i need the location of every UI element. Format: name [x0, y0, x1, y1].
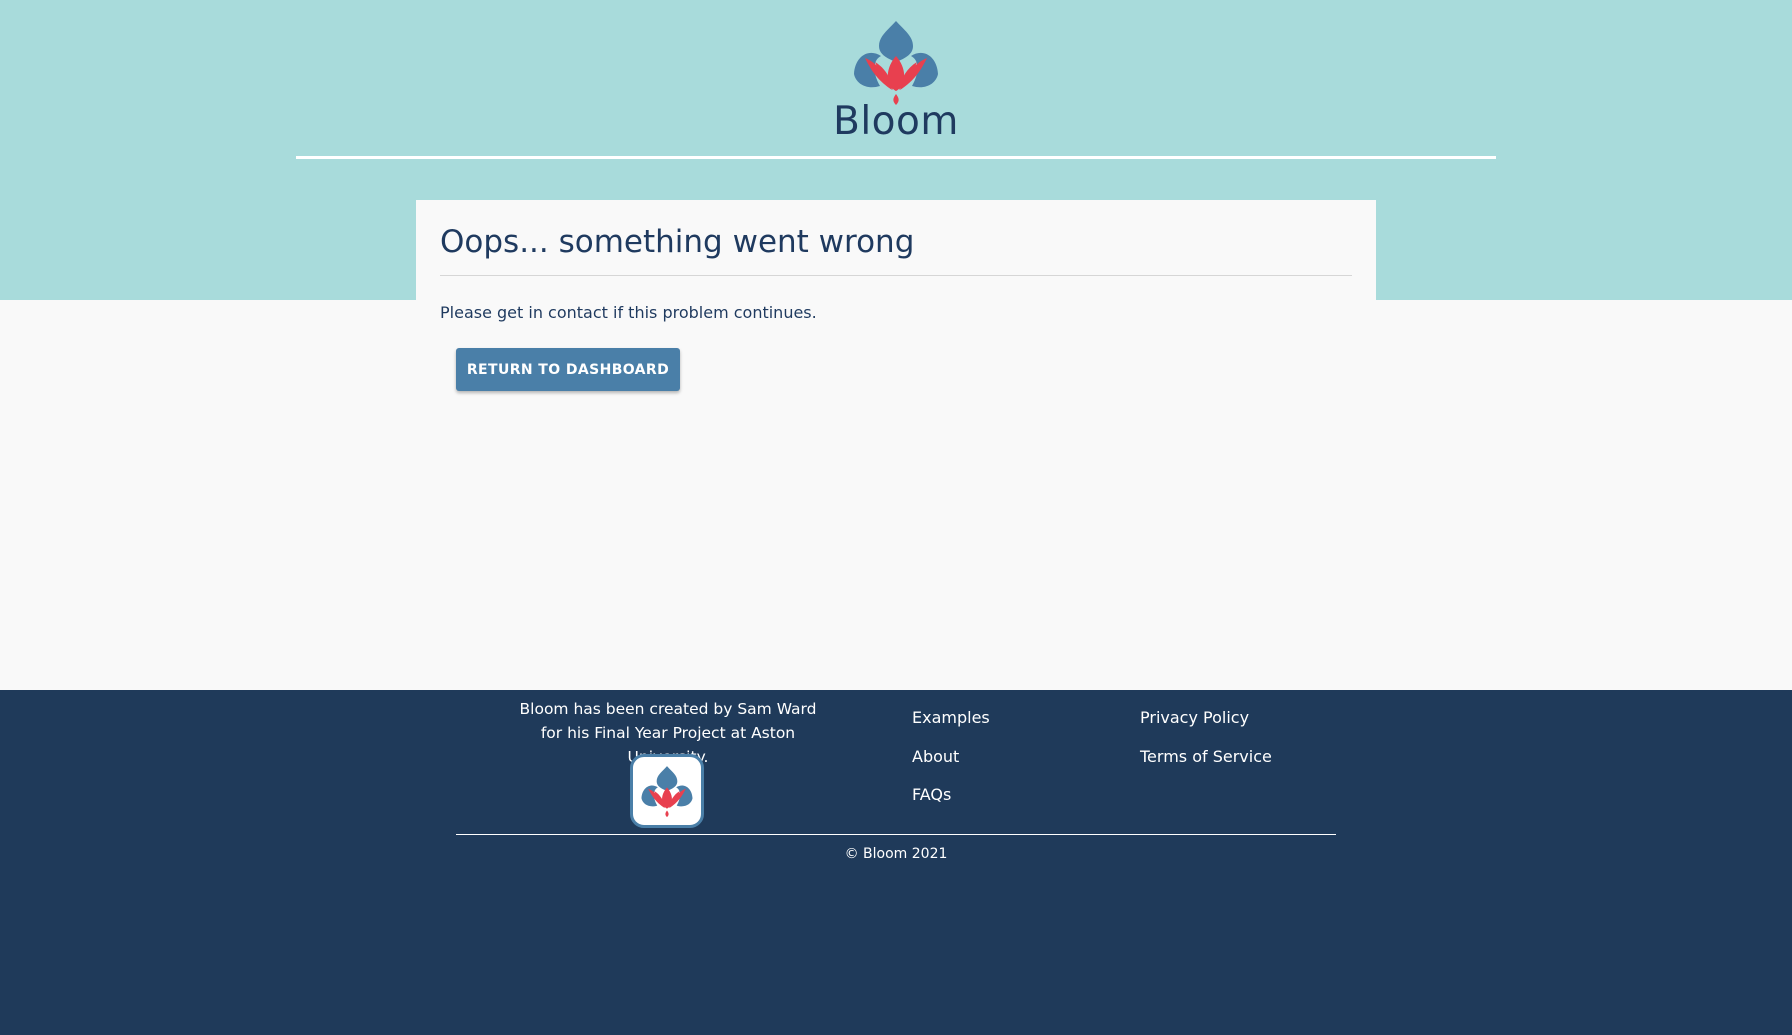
- error-title: Oops... something went wrong: [440, 224, 915, 260]
- header-divider: [296, 156, 1496, 159]
- footer: Bloom has been created by Sam Ward for h…: [0, 690, 1792, 1035]
- copyright-text: © Bloom 2021: [844, 846, 948, 862]
- lotus-app-icon: [630, 754, 704, 828]
- card-divider: [440, 275, 1352, 276]
- footer-link-faqs[interactable]: FAQs: [912, 784, 951, 806]
- return-to-dashboard-button[interactable]: RETURN TO DASHBOARD: [456, 348, 680, 391]
- footer-link-privacy-policy[interactable]: Privacy Policy: [1140, 707, 1249, 729]
- error-message: Please get in contact if this problem co…: [440, 303, 817, 322]
- error-card: Oops... something went wrong Please get …: [416, 200, 1376, 400]
- footer-link-about[interactable]: About: [912, 746, 959, 768]
- footer-link-examples[interactable]: Examples: [912, 707, 990, 729]
- lotus-icon: [845, 18, 947, 106]
- footer-divider: [456, 834, 1336, 835]
- footer-link-terms-of-service[interactable]: Terms of Service: [1140, 746, 1272, 768]
- brand-name: Bloom: [833, 99, 959, 144]
- brand-logo[interactable]: Bloom: [0, 18, 1792, 144]
